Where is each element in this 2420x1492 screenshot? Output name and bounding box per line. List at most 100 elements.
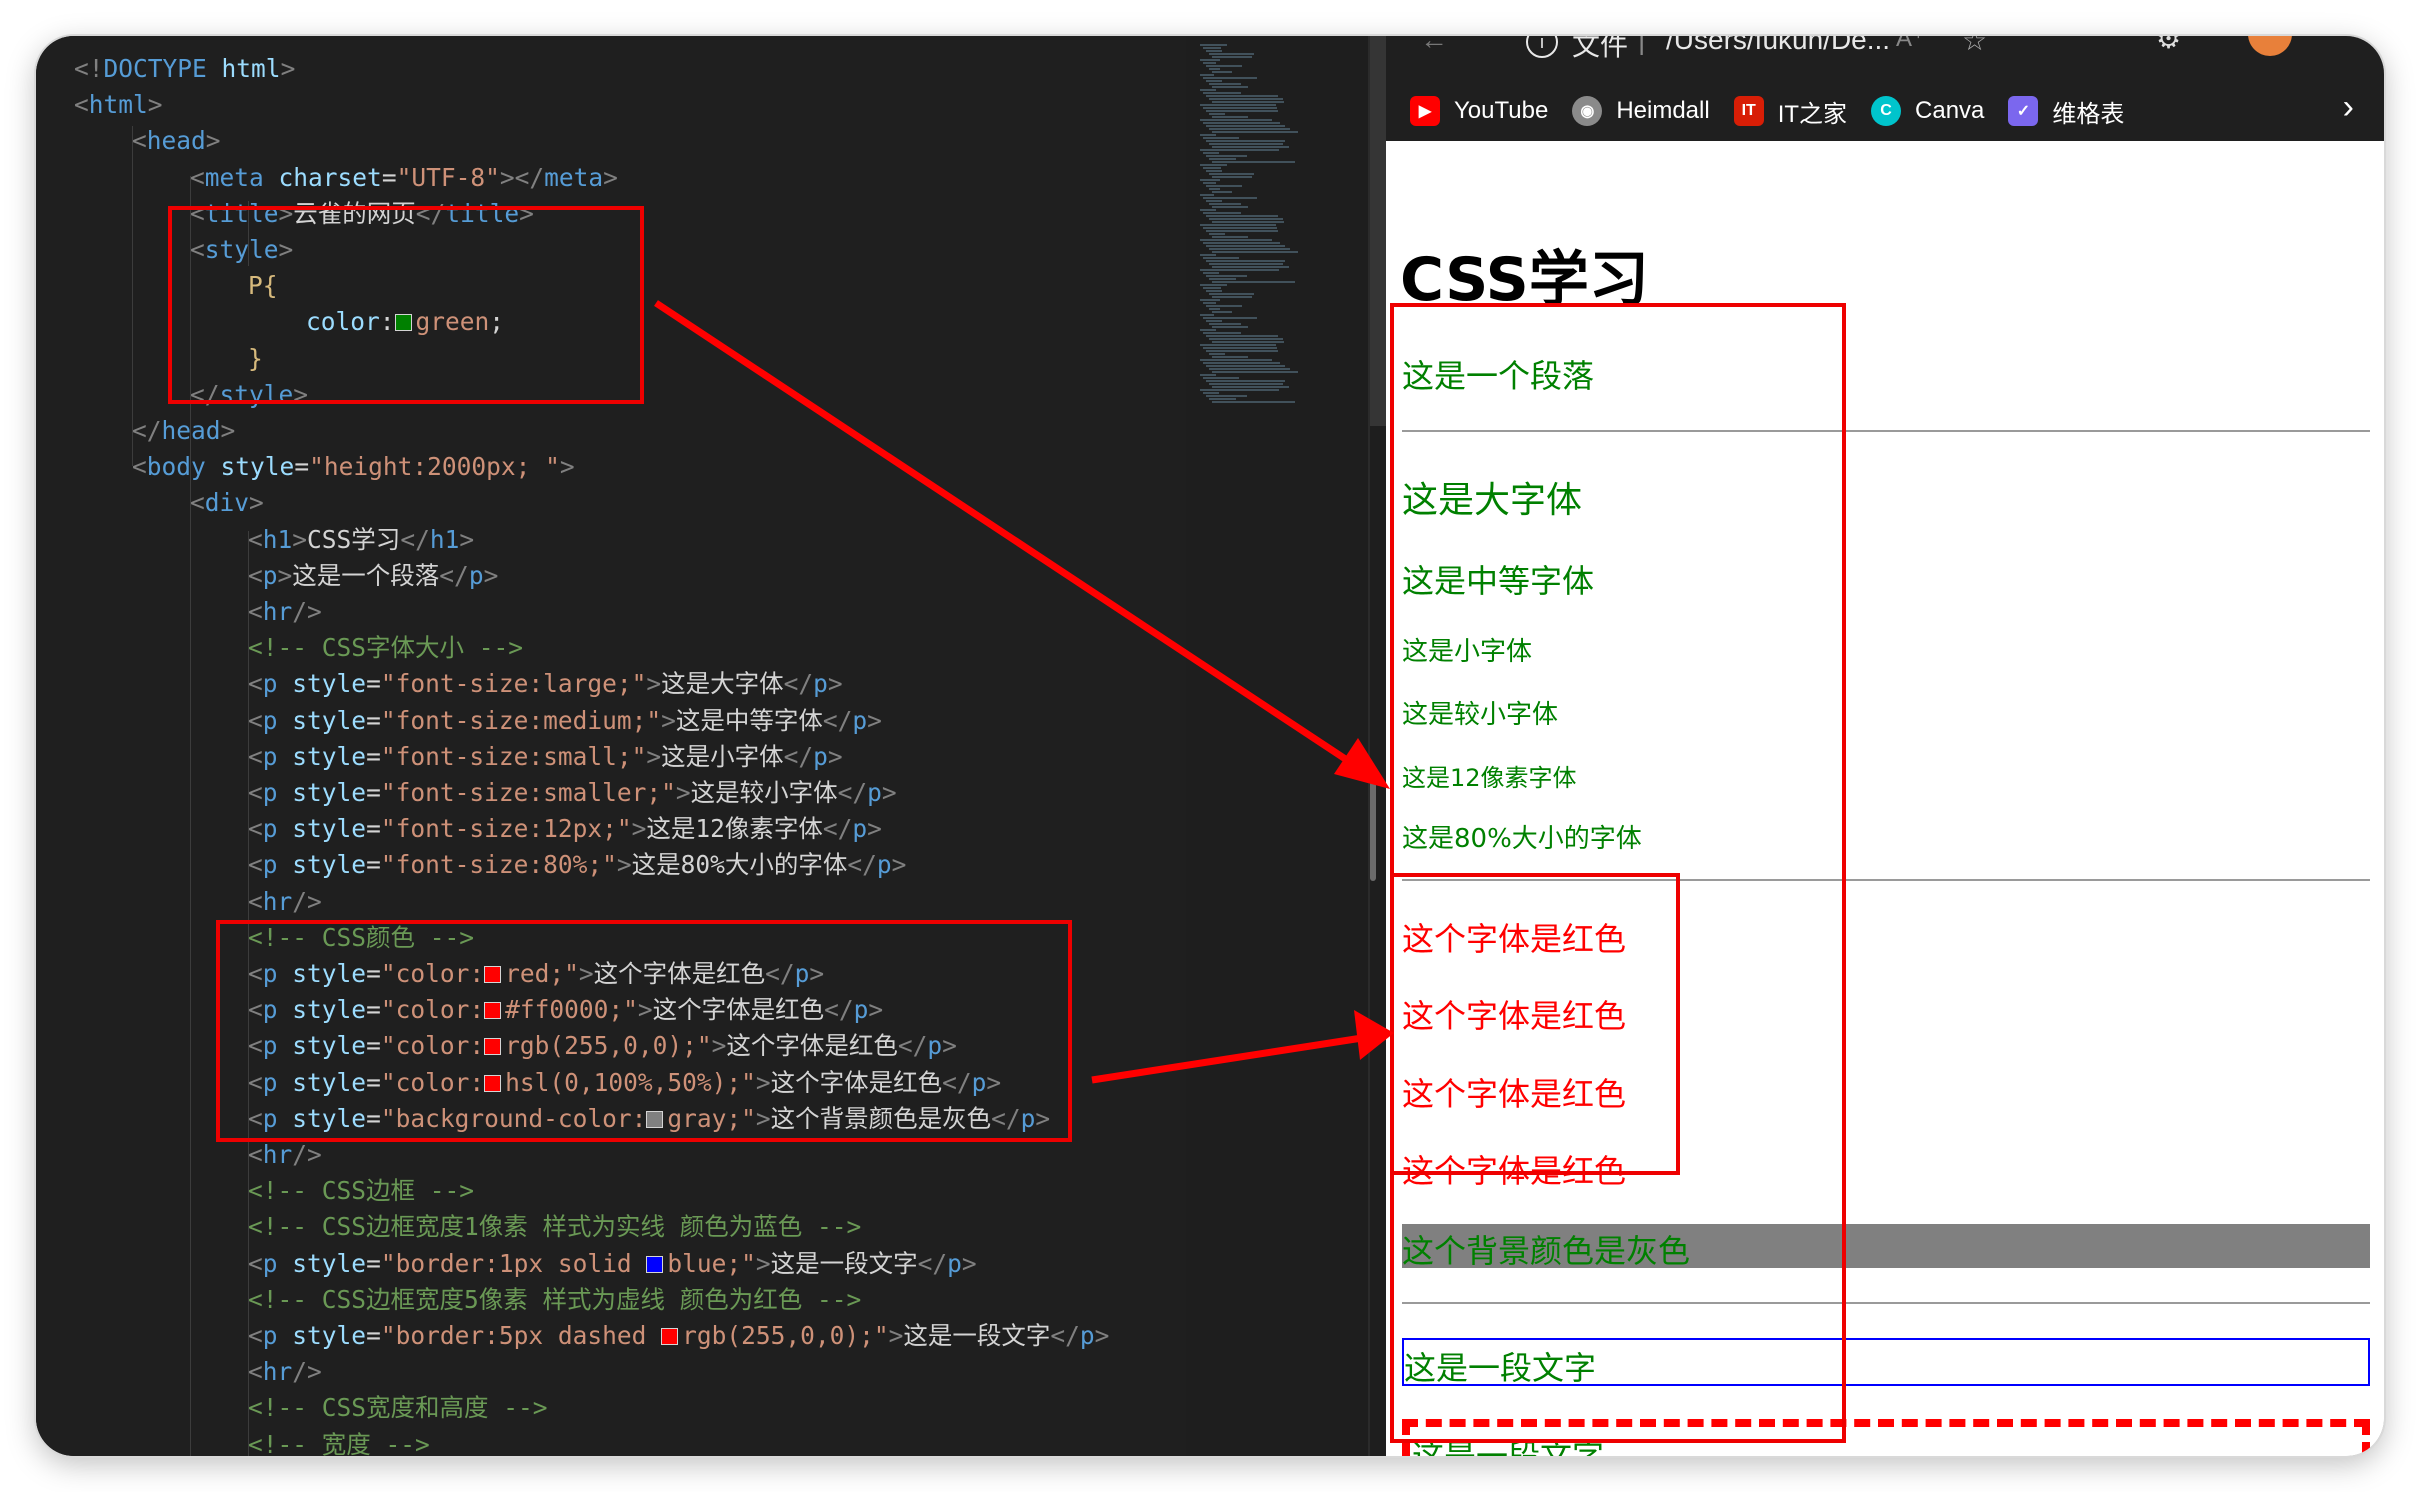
minimap-line	[1203, 77, 1257, 79]
profile-avatar[interactable]	[2248, 36, 2292, 56]
code-line[interactable]: <body style="height:2000px; ">	[132, 449, 575, 485]
info-icon[interactable]: i	[1526, 36, 1558, 58]
annotation-box-colors	[216, 920, 1072, 1142]
address-row: ← i 文件 | /Users/fukun/De... A⁺ ☆ ⚙ ···	[1386, 36, 2384, 68]
minimap-line	[1203, 212, 1241, 214]
code-token: 这是80%大小的字体	[631, 850, 848, 880]
code-token: <	[132, 452, 147, 482]
minimap-line	[1212, 146, 1290, 148]
minimap-line	[1206, 335, 1278, 337]
minimap-line	[1206, 380, 1286, 382]
code-token: p	[867, 778, 882, 807]
code-token: />	[292, 886, 322, 916]
pane-scroll-handle[interactable]	[1370, 781, 1376, 881]
minimap-line	[1209, 128, 1290, 130]
minimap-line	[1206, 110, 1278, 112]
code-token: </	[837, 778, 868, 807]
minimap[interactable]	[1186, 36, 1326, 1456]
code-token: <	[248, 741, 263, 771]
code-token: hr	[262, 1357, 293, 1387]
minimap-line	[1209, 218, 1283, 220]
code-token: p	[813, 741, 828, 771]
code-token: 这是中等字体	[675, 705, 823, 735]
minimap-line	[1200, 59, 1220, 61]
more-menu-icon[interactable]: ···	[2330, 36, 2358, 46]
code-line[interactable]: <!DOCTYPE html>	[74, 51, 295, 87]
editor-scrollbar-track[interactable]	[1336, 36, 1366, 1456]
code-token: 这是大字体	[661, 669, 784, 699]
code-line[interactable]: <html>	[74, 87, 163, 123]
minimap-line	[1203, 377, 1239, 379]
code-line[interactable]: <!-- 宽度 -->	[248, 1427, 430, 1456]
code-line[interactable]: <hr/>	[248, 884, 322, 920]
back-icon[interactable]: ←	[1420, 36, 1448, 56]
minimap-line	[1212, 101, 1284, 103]
minimap-line	[1212, 341, 1284, 343]
code-token: =	[366, 778, 381, 807]
address-separator: |	[1638, 36, 1646, 55]
code-token: p	[813, 669, 828, 699]
chevron-right-icon[interactable]: ›	[2343, 88, 2354, 127]
code-line[interactable]: <!-- CSS边框宽度1像素 样式为实线 颜色为蓝色 -->	[248, 1209, 861, 1245]
code-line[interactable]: <p style="font-size:small;">这是小字体</p>	[248, 739, 843, 775]
minimap-line	[1200, 254, 1217, 256]
code-line[interactable]: <p style="font-size:smaller;">这是较小字体</p>	[248, 775, 897, 811]
code-line[interactable]: <!-- CSS边框 -->	[248, 1173, 474, 1209]
color-swatch-icon[interactable]	[646, 1255, 664, 1273]
minimap-line	[1206, 50, 1223, 52]
code-line[interactable]: <p style="border:1px solid blue;">这是一段文字…	[248, 1246, 977, 1282]
code-token: <	[248, 778, 263, 807]
minimap-line	[1212, 401, 1295, 403]
code-line[interactable]: <p style="font-size:12px;">这是12像素字体</p>	[248, 811, 882, 847]
color-swatch-icon[interactable]	[661, 1328, 679, 1345]
code-line[interactable]: <p style="font-size:medium;">这是中等字体</p>	[248, 703, 882, 739]
code-line[interactable]: <hr/>	[248, 594, 322, 630]
code-line[interactable]: <p style="border:5px dashed rgb(255,0,0)…	[248, 1318, 1109, 1354]
code-token: <!-- CSS宽度和高度 -->	[248, 1393, 548, 1423]
code-line[interactable]: <p>这是一个段落</p>	[248, 558, 498, 594]
minimap-line	[1209, 293, 1254, 295]
code-line[interactable]: <h1>CSS学习</h1>	[248, 522, 474, 558]
code-token: 这是小字体	[661, 741, 784, 771]
code-line[interactable]: <p style="font-size:large;">这是大字体</p>	[248, 666, 843, 702]
minimap-line	[1209, 188, 1220, 190]
bookmark-item[interactable]: IT IT之家	[1733, 94, 1848, 129]
code-line[interactable]: <!-- CSS字体大小 -->	[248, 630, 523, 666]
code-line[interactable]: </head>	[132, 413, 235, 449]
youtube-icon: ▶	[1410, 96, 1440, 126]
code-token: =	[366, 1321, 381, 1350]
bookmark-item[interactable]: ✓ 维格表	[2008, 94, 2124, 129]
bookmark-item[interactable]: ▶ YouTube	[1410, 96, 1548, 126]
minimap-line	[1212, 131, 1299, 133]
code-token: style	[292, 669, 367, 699]
code-line[interactable]: <hr/>	[248, 1137, 322, 1173]
address-file-label[interactable]: 文件	[1572, 36, 1628, 64]
address-path[interactable]: /Users/fukun/De...	[1666, 36, 1890, 56]
minimap-line	[1206, 65, 1242, 67]
code-line[interactable]: <hr/>	[248, 1354, 322, 1390]
minimap-line	[1212, 161, 1295, 163]
code-token: p	[262, 778, 278, 807]
code-token: <	[190, 488, 205, 518]
favorite-add-icon[interactable]: ☆	[1962, 36, 1987, 57]
code-token: >	[603, 162, 618, 192]
code-line[interactable]: <p style="font-size:80%;">这是80%大小的字体</p>	[248, 847, 906, 883]
indent-guide	[132, 126, 133, 466]
code-line[interactable]: <div>	[190, 485, 264, 521]
pane-divider[interactable]	[1368, 36, 1370, 1456]
minimap-line	[1209, 68, 1220, 70]
code-token: 这是一个段落	[292, 560, 440, 590]
code-line[interactable]: <!-- CSS宽度和高度 -->	[248, 1390, 548, 1426]
bookmark-item[interactable]: C Canva	[1871, 96, 1984, 126]
code-token: "border:5px dashed	[380, 1321, 662, 1350]
code-line[interactable]: <head>	[132, 123, 221, 159]
bookmark-item[interactable]: ◉ Heimdall	[1572, 96, 1710, 126]
reader-icon[interactable]: A⁺	[1896, 36, 1925, 53]
code-line[interactable]: <!-- CSS边框宽度5像素 样式为虚线 颜色为红色 -->	[248, 1282, 861, 1318]
bookmark-label: IT之家	[1777, 100, 1848, 128]
code-line[interactable]: <meta charset="UTF-8"></meta>	[190, 160, 618, 196]
extensions-icon[interactable]: ⚙	[2156, 36, 2181, 55]
